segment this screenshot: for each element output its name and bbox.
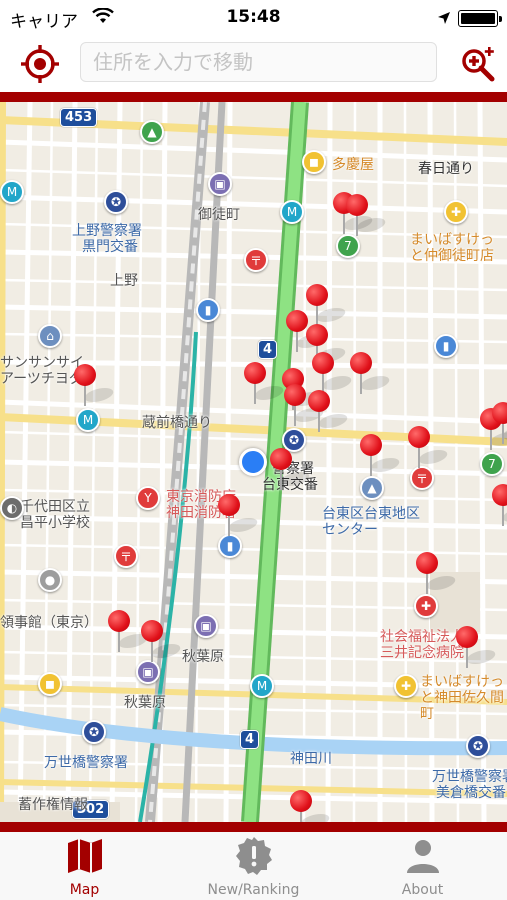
report-pin[interactable] [74, 364, 118, 406]
map-label: 神田川 [290, 751, 332, 767]
map-label: 領事館（東京） [0, 615, 98, 631]
tab-about[interactable]: About [338, 832, 507, 900]
zoom-search-button[interactable] [458, 44, 498, 84]
locate-me-button[interactable] [20, 44, 60, 84]
battery-icon [458, 10, 502, 27]
map-view[interactable]: 453 4 4 302 多慶屋 春日通り 上野警察署 黒門交番 御徒町 上野 ま… [0, 102, 507, 822]
map-label: 秋葉原 [182, 649, 224, 665]
map-label: 台東区台東地区センター [322, 506, 420, 538]
train-station-icon[interactable]: ▣ [136, 660, 160, 684]
tab-map[interactable]: Map [0, 832, 169, 900]
metro-icon[interactable]: M [250, 674, 274, 698]
map-label: 三井記念病院 [380, 645, 464, 661]
police-icon[interactable]: ✪ [82, 720, 106, 744]
report-pin[interactable] [312, 352, 356, 394]
tab-label: About [401, 882, 444, 898]
map-label: まいばすけっと仲御徒町店 [410, 232, 494, 264]
park-icon[interactable]: ▲ [140, 120, 164, 144]
person-icon [403, 836, 443, 876]
report-pin[interactable] [141, 620, 185, 662]
report-pin[interactable] [408, 426, 452, 468]
museum-icon[interactable]: ⌂ [38, 324, 62, 348]
hospital-icon[interactable]: ✚ [414, 594, 438, 618]
place-icon[interactable]: ● [38, 568, 62, 592]
report-pin[interactable] [346, 194, 390, 236]
map-label: 御徒町 [198, 207, 240, 223]
report-pin[interactable] [286, 310, 330, 352]
school-icon[interactable]: ◐ [0, 496, 24, 520]
magnifier-plus-icon [462, 47, 495, 82]
clock: 15:48 [226, 7, 281, 27]
map-label: 蔵前橋通り [142, 415, 212, 431]
tab-label: New/Ranking [207, 882, 300, 898]
tab-label: Map [69, 882, 100, 898]
map-label: 春日通り [418, 161, 474, 177]
building-icon[interactable]: ▮ [196, 298, 220, 322]
cart-icon[interactable]: ✚ [444, 200, 468, 224]
report-pin[interactable] [492, 402, 507, 444]
metro-icon[interactable]: M [280, 200, 304, 224]
post-office-icon[interactable]: 〒 [410, 466, 434, 490]
header-divider [0, 92, 507, 102]
tab-new-ranking[interactable]: New/Ranking [169, 832, 338, 900]
map-label: 黒門交番 [82, 239, 138, 255]
post-office-icon[interactable]: 〒 [244, 248, 268, 272]
map-label: 蓄作権情報 [18, 797, 88, 813]
report-pin[interactable] [244, 362, 288, 404]
map-label: 多慶屋 [332, 157, 374, 173]
report-pin[interactable] [350, 352, 394, 394]
tab-bar: Map New/Ranking About [0, 832, 507, 900]
metro-icon[interactable]: M [0, 180, 24, 204]
building-icon[interactable]: ▮ [434, 334, 458, 358]
map-icon [65, 836, 105, 876]
address-search-input[interactable] [80, 42, 437, 82]
train-station-icon[interactable]: ▣ [194, 614, 218, 638]
metro-icon[interactable]: M [76, 408, 100, 432]
report-pin[interactable] [270, 448, 314, 490]
shopping-bag-icon[interactable]: ◼ [302, 150, 326, 174]
map-label: アーツチヨダ [0, 371, 83, 387]
report-pin[interactable] [284, 384, 328, 426]
train-station-icon[interactable]: ▣ [208, 172, 232, 196]
map-label: 美倉橋交番 [436, 785, 506, 801]
badge-exclamation-icon [234, 836, 274, 876]
report-pin[interactable] [290, 790, 334, 822]
map-label: 昌平小学校 [20, 515, 90, 531]
tabbar-divider [0, 822, 507, 832]
user-location-dot [239, 448, 267, 476]
report-pin[interactable] [360, 434, 404, 476]
fire-station-icon[interactable]: Y [136, 486, 160, 510]
shopping-bag-icon[interactable]: ◼ [38, 672, 62, 696]
police-icon[interactable]: ✪ [104, 190, 128, 214]
route-badge-453: 453 [60, 108, 98, 127]
location-arrow-icon [437, 10, 451, 30]
status-bar: キャリア 15:48 [0, 0, 507, 36]
crosshair-icon [21, 45, 59, 83]
report-pin[interactable] [492, 484, 507, 526]
post-office-icon[interactable]: 〒 [114, 544, 138, 568]
map-label: 万世橋警察署 [44, 755, 128, 771]
police-icon[interactable]: ✪ [466, 734, 490, 758]
map-label: 上野 [110, 273, 138, 289]
route-badge-4b: 4 [240, 730, 260, 749]
report-pin[interactable] [306, 284, 350, 326]
route-badge-4: 4 [258, 340, 278, 359]
search-header [0, 36, 507, 92]
report-pin[interactable] [218, 494, 262, 536]
cart-icon[interactable]: ✚ [394, 674, 418, 698]
building-icon[interactable]: ▮ [218, 534, 242, 558]
office-icon[interactable]: ▲ [360, 476, 384, 500]
report-pin[interactable] [456, 626, 500, 668]
convenience-store-icon[interactable]: 7 [336, 234, 360, 258]
map-label: 秋葉原 [124, 695, 166, 711]
report-pin[interactable] [308, 390, 352, 432]
map-label: まいばすけっと神田佐久間町 [420, 674, 504, 722]
convenience-store-icon[interactable]: 7 [480, 452, 504, 476]
report-pin[interactable] [416, 552, 460, 594]
report-pin[interactable] [108, 610, 152, 652]
